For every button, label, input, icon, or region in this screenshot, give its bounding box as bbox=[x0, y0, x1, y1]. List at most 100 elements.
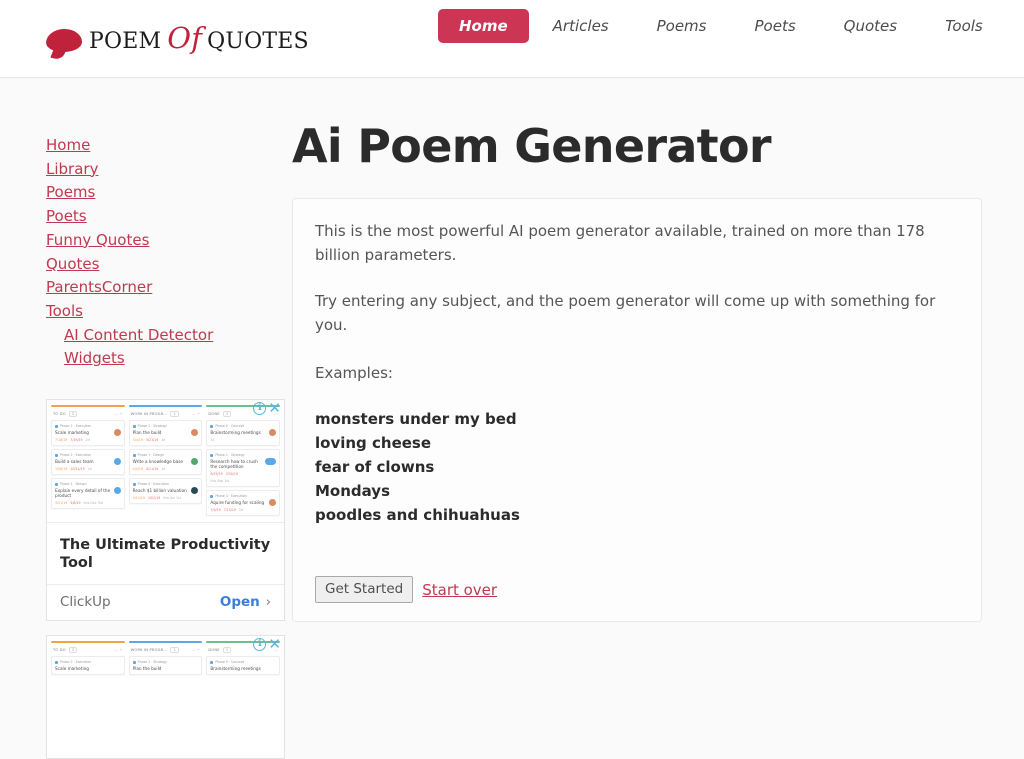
sidebar: Home Library Poems Poets Funny Quotes Qu… bbox=[0, 78, 292, 759]
kanban-card: Phase 4 · Execution Aquire funding for s… bbox=[206, 490, 281, 517]
examples-label: Examples: bbox=[315, 364, 393, 383]
nav-item-articles[interactable]: Articles bbox=[529, 10, 633, 42]
kanban-column-done: DONE 3 — Phase 0 · Concept Brainstorming… bbox=[206, 641, 281, 754]
kanban-column-title: TO DO bbox=[53, 648, 66, 653]
kanban-card-tag: Phase 2 · Execution bbox=[55, 660, 121, 664]
kanban-card-tag: Phase 4 · Execution bbox=[132, 482, 199, 486]
kanban-card: Phase 4 · Execution Reach $1 billion val… bbox=[128, 478, 203, 505]
kanban-card-meta: 9/25/19 3/30/19 bbox=[210, 472, 238, 477]
ad-creative-kanban-board: TO DO 3 — + Phase 2 · Execution Scale ma… bbox=[47, 636, 284, 759]
kanban-card-meta: 1d bbox=[210, 438, 215, 443]
kanban-card-meta: 3/4/19 3/21/19 4d bbox=[132, 438, 166, 443]
sidebar-item-poets[interactable]: Poets bbox=[46, 205, 87, 229]
sidebar-item-parentscorner[interactable]: ParentsCorner bbox=[46, 276, 152, 300]
list-item: Quotes bbox=[46, 253, 292, 277]
sidebar-item-widgets[interactable]: Widgets bbox=[64, 347, 125, 371]
example-item: loving cheese bbox=[315, 434, 432, 453]
kanban-column-menu: — + bbox=[114, 648, 123, 653]
sidebar-item-ai-content-detector[interactable]: AI Content Detector bbox=[64, 324, 213, 348]
site-header: Poem Of Quotes Home Articles Poems Poets Q… bbox=[0, 0, 1024, 78]
kanban-card-tag: Phase 4 · Execution bbox=[210, 494, 276, 498]
sidebar-ad-unit-1[interactable]: i ✕ TO DO 3 — + Phase 2 · Execution Scal… bbox=[46, 399, 285, 622]
kanban-card-tag: Phase 2 · Strategy bbox=[132, 660, 199, 664]
kanban-card-meta: 3/21/19 4/8/19 this Dec 3rd bbox=[55, 501, 103, 506]
kanban-card-tag: Phase 1 · Design bbox=[55, 482, 121, 486]
example-item: Mondays bbox=[315, 482, 391, 501]
examples-list: monsters under my bed loving cheese fear… bbox=[315, 407, 957, 527]
list-item: ParentsCorner bbox=[46, 276, 292, 300]
kanban-card-tag: Phase 0 · Concept bbox=[210, 424, 276, 428]
sidebar-item-library[interactable]: Library bbox=[46, 158, 98, 182]
kanban-column-title: WORK IN PROGR... bbox=[130, 648, 168, 653]
nav-item-quotes[interactable]: Quotes bbox=[820, 10, 921, 42]
get-started-button[interactable]: Get Started bbox=[315, 576, 414, 604]
kanban-column-title: WORK IN PROGR... bbox=[130, 412, 168, 417]
kanban-card-title: Plan the build bbox=[132, 666, 162, 672]
nav-item-home[interactable]: Home bbox=[438, 9, 529, 43]
kanban-card-tag: Phase 1 · Design bbox=[132, 453, 199, 457]
info-icon[interactable]: i bbox=[253, 638, 267, 652]
generator-panel: This is the most powerful AI poem genera… bbox=[292, 198, 982, 623]
kanban-card-title: Reach $1 billion valuation bbox=[132, 488, 187, 494]
ad-cta-label: Open bbox=[219, 594, 260, 611]
kanban-card: Phase 2 · Execution Scale marketing 7/18… bbox=[51, 420, 125, 447]
sidebar-item-tools[interactable]: Tools bbox=[46, 300, 83, 324]
kanban-card-meta: 4/4/19 4/11/19 1d bbox=[132, 467, 166, 472]
kanban-column-wip: WORK IN PROGR... 3 — + Phase 2 · Strateg… bbox=[128, 641, 203, 754]
ad-open-button[interactable]: Open › bbox=[220, 594, 271, 610]
nav-item-tools[interactable]: Tools bbox=[921, 10, 1007, 42]
kanban-card: Phase 1 · Design Explain every detail of… bbox=[51, 478, 125, 510]
ad-footer: ClickUp Open › bbox=[47, 584, 284, 620]
sidebar-item-funny-quotes[interactable]: Funny Quotes bbox=[46, 229, 149, 253]
sidebar-item-poems[interactable]: Poems bbox=[46, 181, 95, 205]
list-item: Widgets bbox=[46, 347, 292, 371]
kanban-card: Phase 1 · Strategy Research how to crush… bbox=[206, 449, 281, 488]
speech-bubble-icon bbox=[45, 27, 83, 53]
list-item: Funny Quotes bbox=[46, 229, 292, 253]
main-content: Ai Poem Generator This is the most power… bbox=[292, 78, 1024, 629]
kanban-column-count: 3 bbox=[170, 647, 179, 654]
sidebar-item-home[interactable]: Home bbox=[46, 134, 90, 158]
close-icon[interactable]: ✕ bbox=[268, 401, 281, 416]
kanban-column-count: 3 bbox=[222, 411, 232, 418]
site-logo-text: Poem Of Quotes bbox=[89, 23, 309, 54]
list-item: Library bbox=[46, 158, 292, 182]
kanban-card: Phase 2 · Strategy Plan the build bbox=[128, 656, 203, 676]
kanban-card-meta: 7/18/19 7/19/19 2d bbox=[55, 438, 90, 443]
kanban-card-meta: 10/8/19 10/24/19 2d bbox=[55, 467, 92, 472]
example-item: monsters under my bed bbox=[315, 410, 517, 429]
kanban-card: Phase 2 · Execution Scale marketing bbox=[51, 656, 125, 676]
site-logo[interactable]: Poem Of Quotes bbox=[45, 16, 309, 62]
kanban-card-tag: Phase 1 · Strategy bbox=[210, 453, 276, 457]
sidebar-link-list: Home Library Poems Poets Funny Quotes Qu… bbox=[46, 134, 292, 371]
kanban-column-header: TO DO 3 — + bbox=[51, 647, 125, 656]
info-icon[interactable]: i bbox=[253, 402, 267, 416]
kanban-card: Phase 0 · Concept Brainstorming meetings… bbox=[206, 420, 281, 447]
kanban-column-bar bbox=[51, 641, 125, 644]
list-item: Home bbox=[46, 134, 292, 158]
kanban-column-bar bbox=[128, 641, 203, 644]
kanban-column-count: 3 bbox=[68, 411, 78, 418]
kanban-column-bar bbox=[51, 405, 125, 408]
nav-item-poems[interactable]: Poems bbox=[633, 10, 731, 42]
sidebar-ad-unit-2[interactable]: i ✕ TO DO 3 — + Phase 2 · Execution Scal… bbox=[46, 635, 285, 759]
logo-word-of: Of bbox=[167, 21, 203, 55]
kanban-card-title: Brainstorming meetings bbox=[210, 430, 261, 436]
kanban-card: Phase 1 · Design Write a knowledge base … bbox=[128, 449, 203, 476]
chevron-right-icon: › bbox=[265, 594, 271, 610]
nav-item-poets[interactable]: Poets bbox=[731, 10, 820, 42]
kanban-card-tag: Phase 0 · Concept bbox=[210, 660, 276, 664]
list-item: Tools bbox=[46, 300, 292, 324]
sidebar-item-quotes[interactable]: Quotes bbox=[46, 253, 99, 277]
kanban-card-title: Plan the build bbox=[132, 430, 162, 436]
kanban-column-menu: — + bbox=[114, 412, 123, 417]
kanban-card-title: Explain every detail of the product bbox=[55, 488, 111, 499]
kanban-card-title: Write a knowledge base bbox=[132, 459, 183, 465]
ad-headline[interactable]: The Ultimate Productivity Tool bbox=[47, 522, 284, 584]
kanban-card-meta: 7/9/19 7/15/19 2d bbox=[210, 508, 243, 513]
kanban-column-header: TO DO 3 — + bbox=[51, 411, 125, 420]
close-icon[interactable]: ✕ bbox=[268, 637, 281, 652]
start-over-link[interactable]: Start over bbox=[422, 581, 497, 599]
kanban-column-wip: WORK IN PROGR... 3 — + Phase 2 · Strateg… bbox=[128, 405, 203, 518]
kanban-column-todo: TO DO 3 — + Phase 2 · Execution Scale ma… bbox=[51, 641, 125, 754]
